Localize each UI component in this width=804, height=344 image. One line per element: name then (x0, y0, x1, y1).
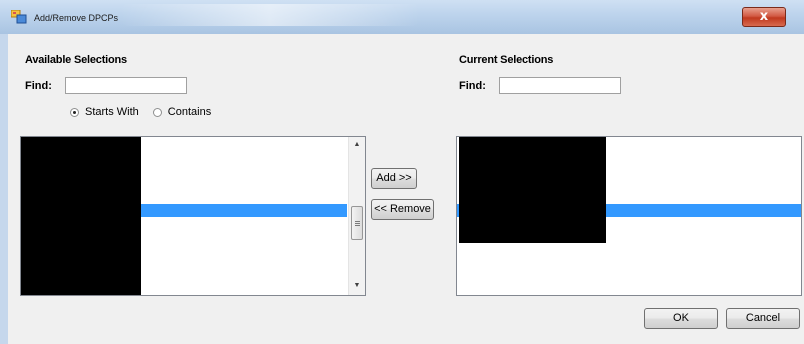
contains-label[interactable]: Contains (168, 106, 211, 118)
available-selections-heading: Available Selections (25, 54, 127, 66)
title-bar-glow (120, 4, 420, 26)
scroll-grip (355, 225, 360, 226)
available-listbox[interactable]: ▲ ▼ (20, 136, 366, 296)
dialog-client-area: Available Selections Find: Starts With C… (8, 34, 804, 344)
scroll-grip (355, 223, 360, 224)
available-find-label: Find: (25, 80, 52, 92)
window-app-icon (11, 10, 27, 24)
scroll-up-arrow-icon[interactable]: ▲ (349, 138, 365, 152)
starts-with-label[interactable]: Starts With (85, 106, 139, 118)
redacted-region (21, 137, 141, 295)
close-icon: x (759, 9, 769, 24)
current-selections-heading: Current Selections (459, 54, 554, 66)
window-title: Add/Remove DPCPs (34, 13, 119, 23)
available-selected-row[interactable] (141, 204, 347, 217)
remove-button[interactable]: << Remove (371, 199, 434, 220)
match-mode-radio-group: Starts With Contains (70, 106, 211, 118)
window-left-border (0, 34, 8, 344)
available-vertical-scrollbar[interactable]: ▲ ▼ (348, 137, 365, 295)
close-button[interactable]: x (742, 7, 786, 27)
cancel-button[interactable]: Cancel (726, 308, 800, 329)
current-find-label: Find: (459, 80, 486, 92)
starts-with-radio[interactable] (70, 107, 79, 117)
current-find-input[interactable] (499, 77, 621, 94)
scroll-thumb[interactable] (351, 206, 363, 240)
redacted-region (459, 137, 606, 243)
ok-button[interactable]: OK (644, 308, 718, 329)
add-button[interactable]: Add >> (371, 168, 417, 189)
title-bar[interactable]: Add/Remove DPCPs x (0, 0, 804, 34)
contains-radio[interactable] (152, 107, 162, 117)
available-find-input[interactable] (65, 77, 187, 94)
current-listbox[interactable] (456, 136, 802, 296)
scroll-grip (355, 221, 360, 222)
scroll-down-arrow-icon[interactable]: ▼ (349, 279, 365, 293)
